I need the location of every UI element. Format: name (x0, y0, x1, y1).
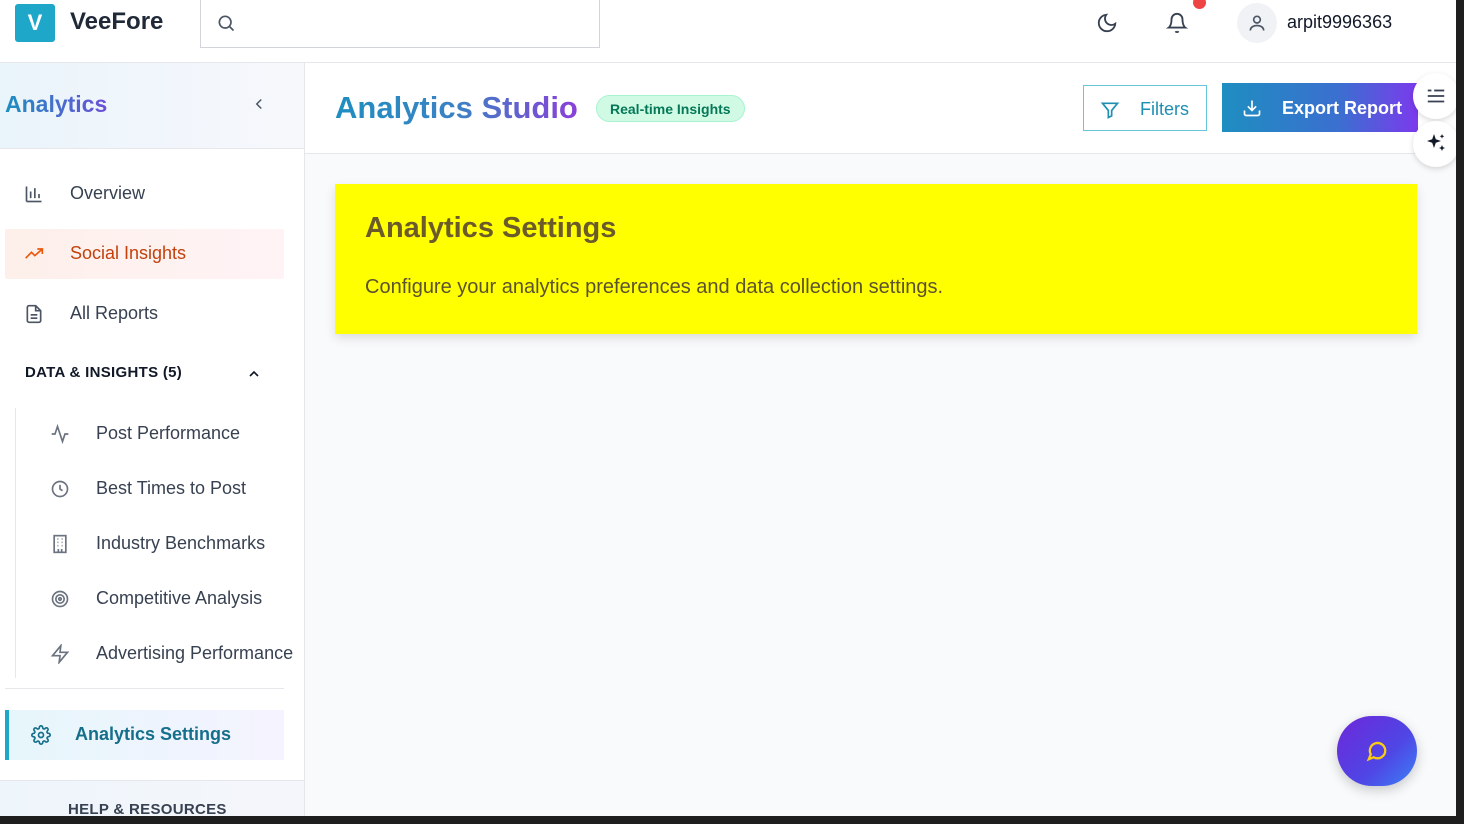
filters-button[interactable]: Filters (1083, 85, 1207, 131)
sidebar-item-best-times[interactable]: Best Times to Post (40, 464, 304, 514)
sidebar-title: Analytics (5, 91, 108, 117)
section-header-data-insights[interactable]: DATA & INSIGHTS (5) (25, 364, 182, 381)
text-list-icon[interactable] (1413, 73, 1456, 119)
card-description: Configure your analytics preferences and… (365, 276, 944, 298)
logo[interactable]: V (15, 4, 55, 42)
sidebar-item-label: Advertising Performance (96, 643, 294, 663)
sidebar: Analytics Overview Social Insights All R… (0, 63, 305, 816)
download-icon (1243, 100, 1261, 117)
sidebar-item-label: Analytics Settings (75, 724, 232, 744)
export-report-button[interactable]: Export Report (1222, 83, 1418, 132)
sidebar-item-label: Competitive Analysis (96, 588, 263, 608)
card-title: Analytics Settings (365, 212, 617, 244)
sidebar-header: Analytics (0, 63, 304, 149)
sidebar-item-overview[interactable]: Overview (5, 169, 284, 219)
sidebar-item-all-reports[interactable]: All Reports (5, 289, 284, 339)
username[interactable]: arpit9996363 (1287, 12, 1392, 33)
clock-icon (51, 480, 69, 498)
sidebar-footer: HELP & RESOURCES (0, 780, 304, 816)
avatar[interactable] (1237, 3, 1277, 43)
search-input[interactable] (200, 0, 600, 48)
trending-up-icon (25, 248, 44, 259)
target-icon (51, 590, 69, 608)
main-content: Analytics Studio Real-time Insights Filt… (305, 63, 1456, 816)
top-bar: V VeeFore arpit9996363 (0, 0, 1456, 63)
chevron-up-icon[interactable] (246, 366, 262, 387)
sidebar-item-label: Social Insights (70, 243, 187, 263)
sidebar-item-advertising-performance[interactable]: Advertising Performance (40, 629, 304, 679)
export-label: Export Report (1282, 98, 1403, 118)
section-divider-line (15, 408, 16, 678)
status-badge: Real-time Insights (596, 95, 745, 122)
building-icon (53, 534, 67, 554)
gear-icon (31, 725, 51, 745)
chat-icon (1366, 741, 1387, 762)
sidebar-item-competitive-analysis[interactable]: Competitive Analysis (40, 574, 304, 624)
sidebar-item-label: Post Performance (96, 423, 241, 443)
filters-label: Filters (1140, 99, 1189, 119)
bar-chart-icon (25, 186, 42, 203)
chat-button[interactable] (1337, 716, 1417, 786)
activity-icon (51, 424, 69, 444)
sidebar-item-post-performance[interactable]: Post Performance (40, 409, 304, 459)
sidebar-item-label: Industry Benchmarks (96, 533, 266, 553)
filter-icon (1100, 102, 1120, 119)
help-resources-label[interactable]: HELP & RESOURCES (68, 801, 227, 816)
sidebar-item-analytics-settings[interactable]: Analytics Settings (5, 710, 284, 760)
sidebar-item-label: All Reports (70, 303, 159, 323)
document-icon (26, 304, 42, 324)
sparkles-icon[interactable] (1413, 121, 1456, 167)
moon-icon[interactable] (1096, 12, 1118, 34)
app-window: V VeeFore arpit9996363 Analytics Overvie… (0, 0, 1456, 816)
sidebar-item-label: Best Times to Post (96, 478, 247, 498)
sidebar-item-social-insights[interactable]: Social Insights (5, 229, 284, 279)
sidebar-item-industry-benchmarks[interactable]: Industry Benchmarks (40, 519, 304, 569)
sidebar-divider (5, 688, 284, 689)
zap-icon (50, 644, 70, 664)
bell-icon[interactable] (1166, 12, 1188, 34)
user-icon (1249, 15, 1265, 31)
chevron-left-icon[interactable] (250, 95, 268, 118)
settings-card: Analytics Settings Configure your analyt… (335, 184, 1417, 334)
brand-name: VeeFore (70, 8, 164, 35)
page-title: Analytics Studio (335, 90, 578, 125)
sidebar-item-label: Overview (70, 183, 146, 203)
search-icon (218, 15, 235, 32)
main-header: Analytics Studio Real-time Insights Filt… (305, 63, 1456, 154)
notification-dot (1193, 0, 1206, 9)
